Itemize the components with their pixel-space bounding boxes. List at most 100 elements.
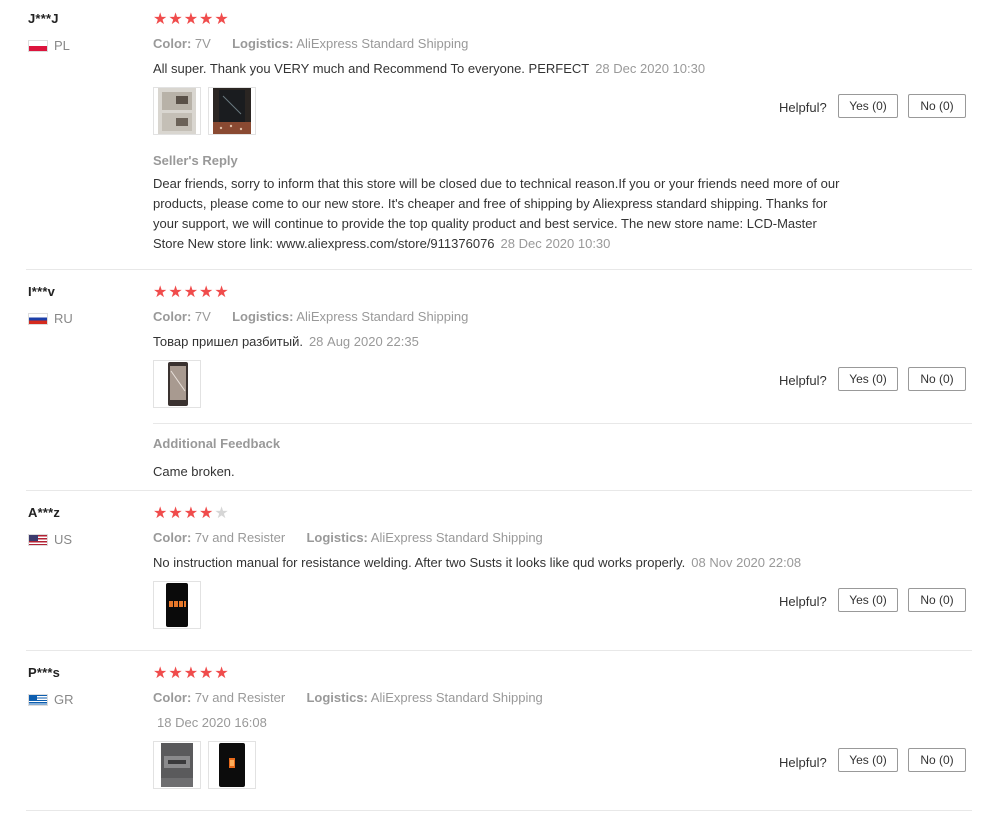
star-icon: ★	[199, 505, 214, 522]
photo-thumbnail-icon	[213, 742, 251, 788]
photo-thumbnail-icon	[158, 361, 196, 407]
review-date: 28 Aug 2020 22:35	[308, 334, 419, 349]
review-date: 18 Dec 2020 16:08	[157, 715, 267, 730]
logistics-value: AliExpress Standard Shipping	[296, 36, 469, 51]
color-label: Color:	[153, 690, 192, 705]
star-icon: ★	[214, 665, 229, 682]
review-divider	[26, 269, 972, 270]
review-body: All super. Thank you VERY much and Recom…	[153, 61, 590, 76]
helpful-label: Helpful?	[779, 755, 827, 770]
helpful-yes-button[interactable]: Yes (0)	[838, 748, 898, 772]
reply-body: Dear friends, sorry to inform that this …	[153, 176, 840, 251]
logistics-value: AliExpress Standard Shipping	[370, 530, 543, 545]
feedback-divider	[153, 423, 972, 424]
greece-flag-icon	[28, 693, 48, 706]
star-icon: ★	[168, 665, 183, 682]
star-rating: ★ ★ ★ ★ ★	[153, 12, 229, 28]
color-value: 7V	[194, 36, 211, 51]
helpful-no-button[interactable]: No (0)	[908, 588, 966, 612]
review-photo[interactable]	[153, 581, 201, 629]
review-photo[interactable]	[153, 360, 201, 408]
star-rating: ★ ★ ★ ★ ★	[153, 666, 229, 682]
photo-thumbnail-icon	[213, 88, 251, 134]
star-icon: ★	[168, 11, 183, 28]
reply-date: 28 Dec 2020 10:30	[500, 236, 611, 251]
reviewer-country: RU	[28, 311, 73, 326]
helpful-yes-button[interactable]: Yes (0)	[838, 588, 898, 612]
star-icon: ★	[153, 284, 168, 301]
logistics-label: Logistics:	[232, 309, 294, 324]
reviewer-country: PL	[28, 38, 70, 53]
logistics-label: Logistics:	[306, 530, 368, 545]
star-icon: ★	[168, 284, 183, 301]
russia-flag-icon	[28, 312, 48, 325]
reviewer-name: P***s	[28, 665, 61, 680]
star-icon: ★	[168, 505, 183, 522]
photo-thumbnail-icon	[158, 88, 196, 134]
logistics-label: Logistics:	[306, 690, 368, 705]
order-info: Color: 7v and Resister Logistics: AliExp…	[153, 690, 543, 705]
reviewer-name: I***v	[28, 284, 56, 299]
photo-thumbnail-icon	[158, 742, 196, 788]
color-label: Color:	[153, 530, 192, 545]
photo-thumbnail-icon	[158, 582, 196, 628]
review-divider	[26, 810, 972, 811]
reviewer-country: US	[28, 532, 72, 547]
review-divider	[26, 490, 972, 491]
country-code: US	[54, 532, 73, 547]
reviewer-name: A***z	[28, 505, 61, 520]
color-value: 7v and Resister	[194, 530, 286, 545]
reviewer-name: J***J	[28, 11, 59, 26]
star-icon: ★	[183, 665, 199, 682]
order-info: Color: 7V Logistics: AliExpress Standard…	[153, 36, 468, 51]
helpful-no-button[interactable]: No (0)	[908, 748, 966, 772]
review-photo[interactable]	[153, 741, 201, 789]
order-info: Color: 7v and Resister Logistics: AliExp…	[153, 530, 543, 545]
helpful-yes-button[interactable]: Yes (0)	[838, 367, 898, 391]
star-icon: ★	[199, 284, 214, 301]
helpful-yes-button[interactable]: Yes (0)	[838, 94, 898, 118]
helpful-label: Helpful?	[779, 594, 827, 609]
star-icon: ★	[199, 665, 214, 682]
star-icon: ★	[183, 284, 199, 301]
review-text: 18 Dec 2020 16:08	[153, 715, 267, 730]
color-value: 7V	[194, 309, 211, 324]
review-body: Товар пришел разбитый.	[153, 334, 303, 349]
review-date: 08 Nov 2020 22:08	[691, 555, 802, 570]
star-icon: ★	[153, 11, 168, 28]
helpful-no-button[interactable]: No (0)	[908, 367, 966, 391]
color-label: Color:	[153, 309, 192, 324]
additional-feedback-title: Additional Feedback	[153, 436, 281, 451]
helpful-label: Helpful?	[779, 100, 827, 115]
review-text: All super. Thank you VERY much and Recom…	[153, 61, 705, 76]
star-icon: ★	[153, 505, 168, 522]
review-date: 28 Dec 2020 10:30	[595, 61, 706, 76]
logistics-label: Logistics:	[232, 36, 294, 51]
star-icon: ★	[214, 11, 229, 28]
star-empty-icon: ★	[214, 505, 229, 522]
review-divider	[26, 650, 972, 651]
review-photo[interactable]	[208, 741, 256, 789]
country-code: GR	[54, 692, 74, 707]
review-photo[interactable]	[153, 87, 201, 135]
color-value: 7v and Resister	[194, 690, 286, 705]
helpful-no-button[interactable]: No (0)	[908, 94, 966, 118]
sellers-reply-title: Seller's Reply	[153, 153, 238, 168]
review-photo[interactable]	[208, 87, 256, 135]
usa-flag-icon	[28, 533, 48, 546]
logistics-value: AliExpress Standard Shipping	[370, 690, 543, 705]
review-text: Товар пришел разбитый. 28 Aug 2020 22:35	[153, 334, 419, 349]
country-code: PL	[54, 38, 70, 53]
helpful-label: Helpful?	[779, 373, 827, 388]
star-icon: ★	[214, 284, 229, 301]
star-icon: ★	[153, 665, 168, 682]
logistics-value: AliExpress Standard Shipping	[296, 309, 469, 324]
star-icon: ★	[183, 505, 199, 522]
reviewer-country: GR	[28, 692, 74, 707]
color-label: Color:	[153, 36, 192, 51]
star-rating: ★ ★ ★ ★ ★	[153, 506, 229, 522]
star-rating: ★ ★ ★ ★ ★	[153, 285, 229, 301]
star-icon: ★	[183, 11, 199, 28]
star-icon: ★	[199, 11, 214, 28]
review-body: No instruction manual for resistance wel…	[153, 555, 686, 570]
